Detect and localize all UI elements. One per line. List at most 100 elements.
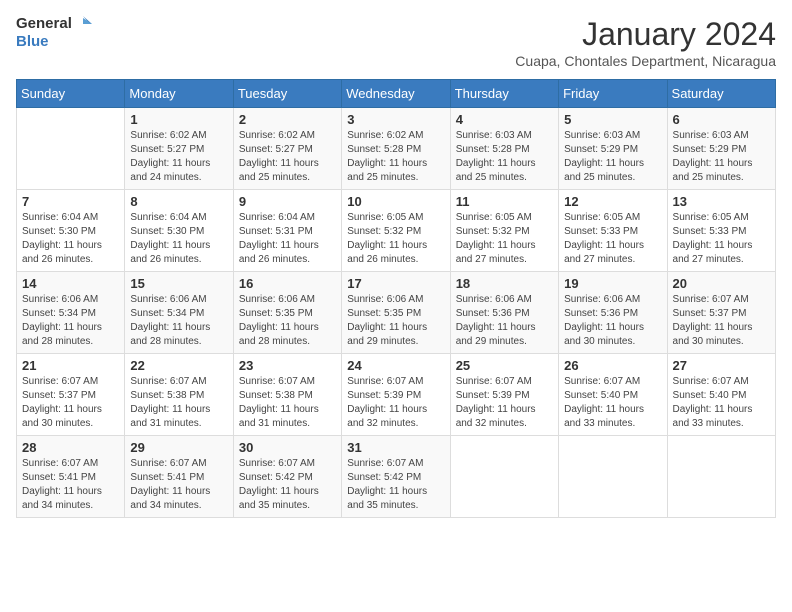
col-header-sunday: Sunday [17,80,125,108]
day-number: 9 [239,194,336,209]
day-number: 16 [239,276,336,291]
calendar-cell: 24Sunrise: 6:07 AM Sunset: 5:39 PM Dayli… [342,354,450,436]
day-number: 17 [347,276,444,291]
calendar-cell: 15 Sunrise: 6:06 AM Sunset: 5:34 PM Dayli… [125,272,233,354]
week-row-1: 1 Sunrise: 6:02 AM Sunset: 5:27 PM Daylig… [17,108,776,190]
day-number: 7 [22,194,119,209]
day-details: Sunrise: 6:05 AM Sunset: 5:32 PM Dayligh… [456,211,553,267]
day-number: 18 [456,276,553,291]
day-details: Sunrise: 6:02 AM Sunset: 5:28 PM Dayligh… [347,129,444,185]
day-number: 21 [22,358,119,373]
day-number: 8 [130,194,227,209]
main-title: January 2024 [515,16,776,53]
calendar-cell: 29 Sunrise: 6:07 AM Sunset: 5:41 PM Dayli… [125,436,233,518]
day-number: 6 [673,112,770,127]
day-number: 10 [347,194,444,209]
calendar-cell [559,436,667,518]
week-row-3: 14 Sunrise: 6:06 AM Sunset: 5:34 PM Dayli… [17,272,776,354]
day-number: 12 [564,194,661,209]
page-header: General Blue January 2024 Cuapa, Chontal… [16,16,776,69]
day-details: Sunrise: 6:03 AM Sunset: 5:28 PM Dayligh… [456,129,553,185]
day-details: Sunrise: 6:03 AM Sunset: 5:29 PM Dayligh… [673,129,770,185]
day-number: 1 [130,112,227,127]
calendar-cell: 27Sunrise: 6:07 AM Sunset: 5:40 PM Dayli… [667,354,775,436]
day-number: 28 [22,440,119,455]
day-details: Sunrise: 6:07 AM Sunset: 5:38 PM Dayligh… [239,375,336,431]
day-details: Sunrise: 6:02 AM Sunset: 5:27 PM Dayligh… [130,129,227,185]
day-details: Sunrise: 6:07 AM Sunset: 5:38 PM Dayligh… [130,375,227,431]
calendar-cell: 25Sunrise: 6:07 AM Sunset: 5:39 PM Dayli… [450,354,558,436]
day-details: Sunrise: 6:07 AM Sunset: 5:37 PM Dayligh… [22,375,119,431]
day-details: Sunrise: 6:06 AM Sunset: 5:35 PM Dayligh… [239,293,336,349]
logo-bird-icon [74,16,92,32]
calendar-cell: 18 Sunrise: 6:06 AM Sunset: 5:36 PM Dayli… [450,272,558,354]
calendar-cell: 8Sunrise: 6:04 AM Sunset: 5:30 PM Daylig… [125,190,233,272]
day-details: Sunrise: 6:07 AM Sunset: 5:40 PM Dayligh… [564,375,661,431]
day-details: Sunrise: 6:07 AM Sunset: 5:41 PM Dayligh… [130,457,227,513]
calendar-cell: 1 Sunrise: 6:02 AM Sunset: 5:27 PM Daylig… [125,108,233,190]
calendar-cell: 11 Sunrise: 6:05 AM Sunset: 5:32 PM Dayli… [450,190,558,272]
title-block: January 2024 Cuapa, Chontales Department… [515,16,776,69]
logo-text: General Blue [16,16,92,50]
subtitle: Cuapa, Chontales Department, Nicaragua [515,53,776,69]
logo: General Blue [16,16,92,50]
day-details: Sunrise: 6:06 AM Sunset: 5:34 PM Dayligh… [130,293,227,349]
day-details: Sunrise: 6:07 AM Sunset: 5:40 PM Dayligh… [673,375,770,431]
day-details: Sunrise: 6:07 AM Sunset: 5:42 PM Dayligh… [239,457,336,513]
day-details: Sunrise: 6:03 AM Sunset: 5:29 PM Dayligh… [564,129,661,185]
calendar-cell [667,436,775,518]
logo-general: General [16,16,72,33]
day-details: Sunrise: 6:07 AM Sunset: 5:39 PM Dayligh… [347,375,444,431]
day-number: 22 [130,358,227,373]
calendar-cell: 2 Sunrise: 6:02 AM Sunset: 5:27 PM Daylig… [233,108,341,190]
day-number: 14 [22,276,119,291]
day-number: 19 [564,276,661,291]
day-details: Sunrise: 6:07 AM Sunset: 5:37 PM Dayligh… [673,293,770,349]
day-details: Sunrise: 6:05 AM Sunset: 5:33 PM Dayligh… [673,211,770,267]
calendar-cell: 30 Sunrise: 6:07 AM Sunset: 5:42 PM Dayli… [233,436,341,518]
day-details: Sunrise: 6:06 AM Sunset: 5:34 PM Dayligh… [22,293,119,349]
day-details: Sunrise: 6:07 AM Sunset: 5:42 PM Dayligh… [347,457,444,513]
day-number: 23 [239,358,336,373]
calendar-cell: 5 Sunrise: 6:03 AM Sunset: 5:29 PM Daylig… [559,108,667,190]
calendar-header-row: SundayMondayTuesdayWednesdayThursdayFrid… [17,80,776,108]
day-number: 31 [347,440,444,455]
day-number: 26 [564,358,661,373]
calendar-cell: 19 Sunrise: 6:06 AM Sunset: 5:36 PM Dayli… [559,272,667,354]
day-number: 30 [239,440,336,455]
calendar-cell: 4 Sunrise: 6:03 AM Sunset: 5:28 PM Daylig… [450,108,558,190]
col-header-tuesday: Tuesday [233,80,341,108]
calendar-cell: 26 Sunrise: 6:07 AM Sunset: 5:40 PM Dayli… [559,354,667,436]
day-number: 15 [130,276,227,291]
day-details: Sunrise: 6:06 AM Sunset: 5:36 PM Dayligh… [564,293,661,349]
calendar-cell: 17 Sunrise: 6:06 AM Sunset: 5:35 PM Dayli… [342,272,450,354]
calendar-cell: 20Sunrise: 6:07 AM Sunset: 5:37 PM Dayli… [667,272,775,354]
day-details: Sunrise: 6:06 AM Sunset: 5:36 PM Dayligh… [456,293,553,349]
calendar-cell: 9 Sunrise: 6:04 AM Sunset: 5:31 PM Daylig… [233,190,341,272]
col-header-friday: Friday [559,80,667,108]
day-number: 4 [456,112,553,127]
week-row-4: 21 Sunrise: 6:07 AM Sunset: 5:37 PM Dayli… [17,354,776,436]
col-header-monday: Monday [125,80,233,108]
calendar-cell: 3Sunrise: 6:02 AM Sunset: 5:28 PM Daylig… [342,108,450,190]
day-details: Sunrise: 6:07 AM Sunset: 5:39 PM Dayligh… [456,375,553,431]
col-header-thursday: Thursday [450,80,558,108]
calendar-cell: 6 Sunrise: 6:03 AM Sunset: 5:29 PM Daylig… [667,108,775,190]
day-details: Sunrise: 6:04 AM Sunset: 5:31 PM Dayligh… [239,211,336,267]
day-number: 11 [456,194,553,209]
calendar-cell [450,436,558,518]
day-number: 2 [239,112,336,127]
day-details: Sunrise: 6:05 AM Sunset: 5:32 PM Dayligh… [347,211,444,267]
calendar-cell: 14 Sunrise: 6:06 AM Sunset: 5:34 PM Dayli… [17,272,125,354]
week-row-5: 28 Sunrise: 6:07 AM Sunset: 5:41 PM Dayli… [17,436,776,518]
day-details: Sunrise: 6:06 AM Sunset: 5:35 PM Dayligh… [347,293,444,349]
calendar-cell: 31 Sunrise: 6:07 AM Sunset: 5:42 PM Dayli… [342,436,450,518]
day-details: Sunrise: 6:07 AM Sunset: 5:41 PM Dayligh… [22,457,119,513]
calendar-body: 1 Sunrise: 6:02 AM Sunset: 5:27 PM Daylig… [17,108,776,518]
calendar-cell [17,108,125,190]
calendar-cell: 10 Sunrise: 6:05 AM Sunset: 5:32 PM Dayli… [342,190,450,272]
day-details: Sunrise: 6:02 AM Sunset: 5:27 PM Dayligh… [239,129,336,185]
day-number: 29 [130,440,227,455]
day-number: 5 [564,112,661,127]
calendar-cell: 23 Sunrise: 6:07 AM Sunset: 5:38 PM Dayli… [233,354,341,436]
